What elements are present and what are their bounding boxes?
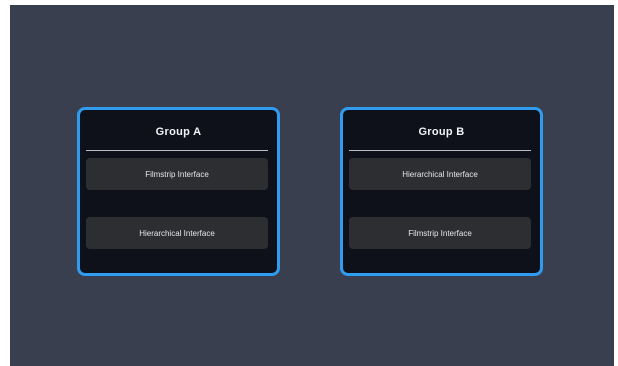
group-a-item-filmstrip[interactable]: Filmstrip Interface [86, 158, 268, 190]
group-b-title: Group B [418, 126, 465, 138]
group-b-item-filmstrip[interactable]: Filmstrip Interface [349, 217, 531, 249]
group-b-panel: Group B Hierarchical Interface Filmstrip… [340, 107, 543, 276]
group-a-title: Group A [155, 126, 202, 138]
group-a-item-hierarchical[interactable]: Hierarchical Interface [86, 217, 268, 249]
group-b-divider [349, 150, 531, 151]
group-a-panel: Group A Filmstrip Interface Hierarchical… [77, 107, 280, 276]
canvas: Group A Filmstrip Interface Hierarchical… [10, 5, 614, 366]
group-b-item-hierarchical[interactable]: Hierarchical Interface [349, 158, 531, 190]
group-a-divider [86, 150, 268, 151]
